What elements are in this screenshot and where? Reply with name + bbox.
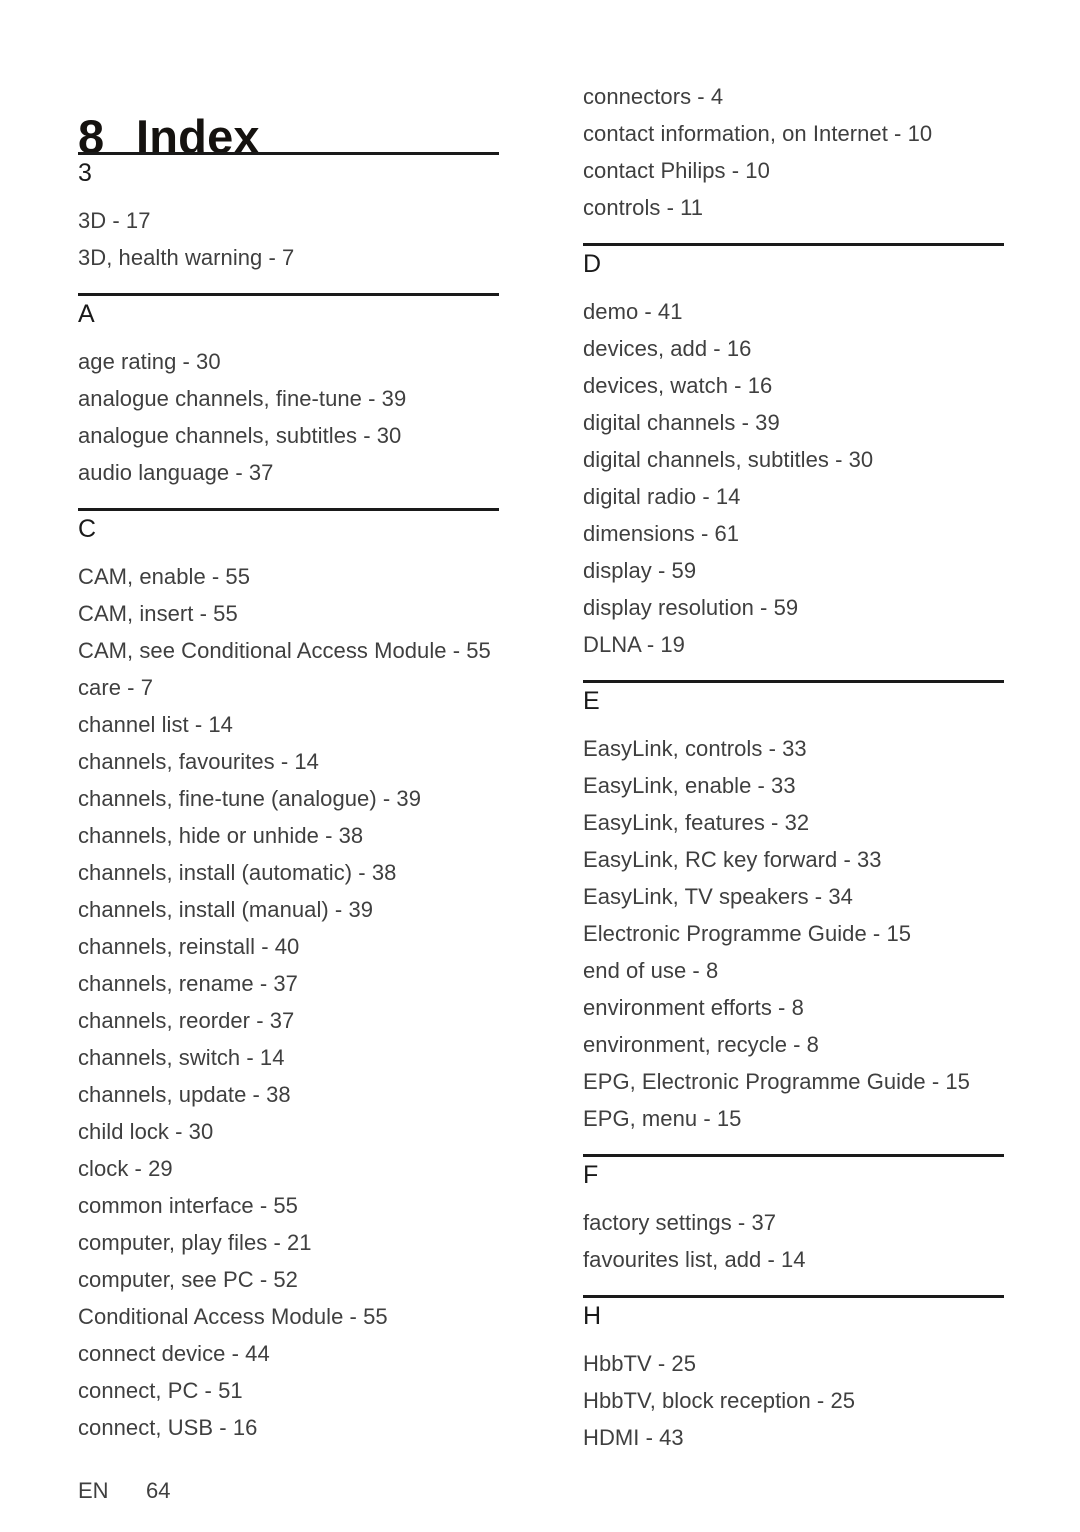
- index-entry[interactable]: channels, install (automatic) - 38: [78, 854, 499, 891]
- index-entry-list: connectors - 4 contact information, on In…: [583, 78, 1004, 243]
- index-entry[interactable]: channels, rename - 37: [78, 965, 499, 1002]
- section-letter: A: [78, 300, 95, 328]
- section-letter: F: [583, 1161, 599, 1189]
- section-letter: 3: [78, 159, 93, 187]
- index-entry[interactable]: care - 7: [78, 669, 499, 706]
- index-entry[interactable]: channels, update - 38: [78, 1076, 499, 1113]
- index-entry[interactable]: EasyLink, TV speakers - 34: [583, 878, 1004, 915]
- index-entry-list: EasyLink, controls - 33 EasyLink, enable …: [583, 714, 1004, 1154]
- index-entry-list: 3D - 17 3D, health warning - 7: [78, 186, 499, 293]
- index-column-right: connectors - 4 contact information, on In…: [583, 0, 1004, 1473]
- index-entry[interactable]: Electronic Programme Guide - 15: [583, 915, 1004, 952]
- index-entry[interactable]: HbbTV, block reception - 25: [583, 1382, 1004, 1419]
- section-letter: H: [583, 1302, 602, 1330]
- index-entry[interactable]: computer, see PC - 52: [78, 1261, 499, 1298]
- index-entry[interactable]: HDMI - 43: [583, 1419, 1004, 1456]
- index-entry[interactable]: favourites list, add - 14: [583, 1241, 1004, 1278]
- index-entry[interactable]: analogue channels, subtitles - 30: [78, 417, 499, 454]
- index-entry[interactable]: channels, install (manual) - 39: [78, 891, 499, 928]
- index-entry[interactable]: EPG, menu - 15: [583, 1100, 1004, 1137]
- index-entry[interactable]: contact Philips - 10: [583, 152, 1004, 189]
- index-entry[interactable]: audio language - 37: [78, 454, 499, 491]
- index-entry[interactable]: CAM, insert - 55: [78, 595, 499, 632]
- index-entry[interactable]: clock - 29: [78, 1150, 499, 1187]
- index-entry[interactable]: demo - 41: [583, 293, 1004, 330]
- index-entry[interactable]: 3D - 17: [78, 202, 499, 239]
- index-entry[interactable]: age rating - 30: [78, 343, 499, 380]
- index-section-3: 3 3D - 17 3D, health warning - 7: [78, 152, 499, 293]
- index-entry[interactable]: controls - 11: [583, 189, 1004, 226]
- index-entry[interactable]: CAM, enable - 55: [78, 558, 499, 595]
- index-entry[interactable]: connect device - 44: [78, 1335, 499, 1372]
- index-entry[interactable]: devices, watch - 16: [583, 367, 1004, 404]
- index-entry[interactable]: EasyLink, RC key forward - 33: [583, 841, 1004, 878]
- index-entry[interactable]: Conditional Access Module - 55: [78, 1298, 499, 1335]
- footer-language: EN: [78, 1478, 109, 1503]
- index-section-c: C CAM, enable - 55 CAM, insert - 55 CAM, se…: [78, 508, 499, 1463]
- index-entry[interactable]: EasyLink, controls - 33: [583, 730, 1004, 767]
- index-entry[interactable]: contact information, on Internet - 10: [583, 115, 1004, 152]
- index-column-left: 3 3D - 17 3D, health warning - 7 Aage ratin…: [78, 0, 499, 1463]
- index-entry[interactable]: connectors - 4: [583, 78, 1004, 115]
- index-entry[interactable]: channels, favourites - 14: [78, 743, 499, 780]
- index-entry-list: factory settings - 37 favourites list, ad…: [583, 1188, 1004, 1295]
- index-entry[interactable]: channels, reorder - 37: [78, 1002, 499, 1039]
- index-entry[interactable]: devices, add - 16: [583, 330, 1004, 367]
- index-entry[interactable]: computer, play files - 21: [78, 1224, 499, 1261]
- index-entry[interactable]: display - 59: [583, 552, 1004, 589]
- index-entry[interactable]: DLNA - 19: [583, 626, 1004, 663]
- index-section-f: Ffactory settings - 37 favourites list, a…: [583, 1154, 1004, 1295]
- index-entry-list: age rating - 30 analogue channels, fine-t…: [78, 327, 499, 508]
- index-section-a: Aage rating - 30 analogue channels, fine-…: [78, 293, 499, 508]
- index-entry[interactable]: common interface - 55: [78, 1187, 499, 1224]
- index-entry[interactable]: dimensions - 61: [583, 515, 1004, 552]
- index-entry[interactable]: channels, reinstall - 40: [78, 928, 499, 965]
- index-entry[interactable]: connect, PC - 51: [78, 1372, 499, 1409]
- index-entry[interactable]: factory settings - 37: [583, 1204, 1004, 1241]
- index-entry[interactable]: environment, recycle - 8: [583, 1026, 1004, 1063]
- index-entry[interactable]: digital radio - 14: [583, 478, 1004, 515]
- section-letter: E: [583, 687, 600, 715]
- section-letter: D: [583, 250, 602, 278]
- index-entry[interactable]: 3D, health warning - 7: [78, 239, 499, 276]
- index-entry[interactable]: EasyLink, enable - 33: [583, 767, 1004, 804]
- index-entry[interactable]: digital channels - 39: [583, 404, 1004, 441]
- index-entry[interactable]: end of use - 8: [583, 952, 1004, 989]
- index-entry[interactable]: connect, USB - 16: [78, 1409, 499, 1446]
- index-entry-list: CAM, enable - 55 CAM, insert - 55 CAM, see…: [78, 542, 499, 1463]
- index-entry[interactable]: CAM, see Conditional Access Module - 55: [78, 632, 499, 669]
- index-entry-list: demo - 41 devices, add - 16 devices, watch…: [583, 277, 1004, 680]
- index-entry[interactable]: display resolution - 59: [583, 589, 1004, 626]
- index-entry[interactable]: channels, switch - 14: [78, 1039, 499, 1076]
- index-entry[interactable]: EasyLink, features - 32: [583, 804, 1004, 841]
- section-letter: C: [78, 515, 97, 543]
- index-entry[interactable]: digital channels, subtitles - 30: [583, 441, 1004, 478]
- index-entry[interactable]: EPG, Electronic Programme Guide - 15: [583, 1063, 1004, 1100]
- footer-page-number: 64: [146, 1478, 171, 1503]
- index-section-e: E EasyLink, controls - 33 EasyLink, enable…: [583, 680, 1004, 1154]
- index-page: 8 Index 3 3D - 17 3D, health warning - 7 Aag…: [0, 0, 1080, 1532]
- index-section-h: H HbbTV - 25 HbbTV, block reception - 25 HD…: [583, 1295, 1004, 1473]
- index-entry[interactable]: channels, hide or unhide - 38: [78, 817, 499, 854]
- index-entry[interactable]: child lock - 30: [78, 1113, 499, 1150]
- index-entry[interactable]: channel list - 14: [78, 706, 499, 743]
- index-entry[interactable]: environment efforts - 8: [583, 989, 1004, 1026]
- index-section-d: Ddemo - 41 devices, add - 16 devices, watc…: [583, 243, 1004, 680]
- index-entry[interactable]: analogue channels, fine-tune - 39: [78, 380, 499, 417]
- index-entry[interactable]: HbbTV - 25: [583, 1345, 1004, 1382]
- page-footer: EN 64: [78, 1478, 170, 1504]
- index-entry-list: HbbTV - 25 HbbTV, block reception - 25 HDM…: [583, 1329, 1004, 1473]
- index-entry[interactable]: channels, fine-tune (analogue) - 39: [78, 780, 499, 817]
